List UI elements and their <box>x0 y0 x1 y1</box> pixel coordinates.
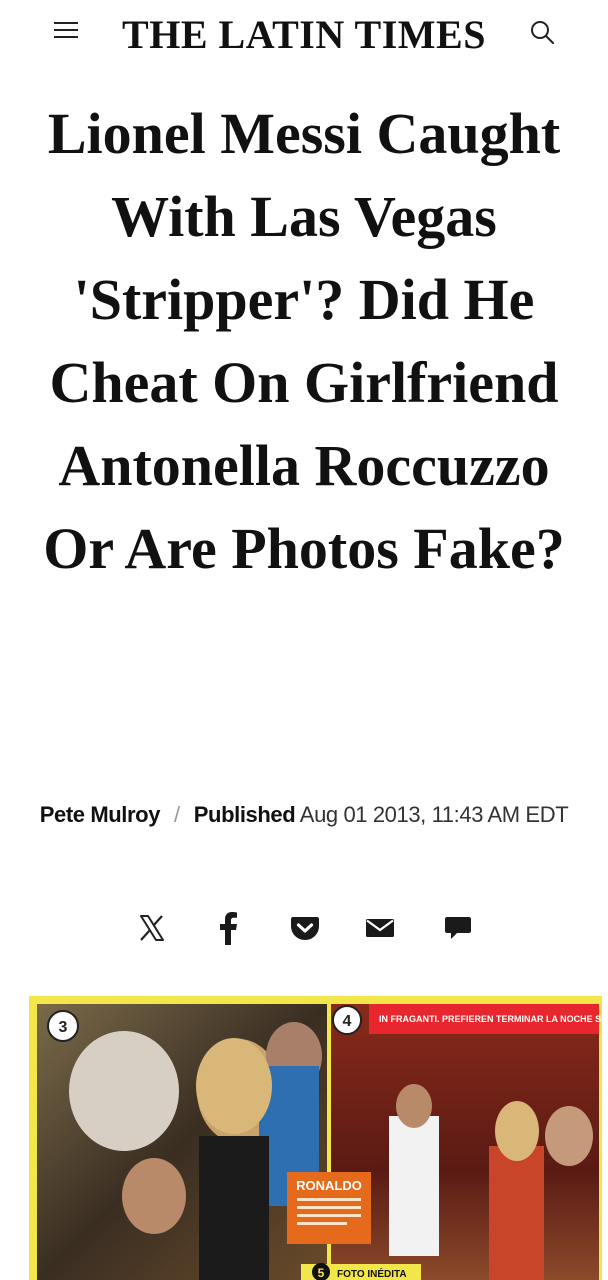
published-date: Aug 01 2013, 11:43 AM EDT <box>299 802 569 827</box>
article-headline: Lionel Messi Caught With Las Vegas 'Stri… <box>43 101 565 581</box>
x-icon[interactable] <box>130 906 174 950</box>
facebook-icon[interactable] <box>207 906 251 950</box>
published-label: Published <box>193 802 296 827</box>
photo-bottom-banner: FOTO INÉDITA <box>337 1267 407 1280</box>
tabloid-photo-collage: 3 IN FRAGANTI. PREFIEREN TERMINAR LA NOC… <box>29 996 602 1280</box>
article-hero-image[interactable]: 3 IN FRAGANTI. PREFIEREN TERMINAR LA NOC… <box>29 996 602 1280</box>
comment-icon[interactable] <box>436 906 480 950</box>
photo-number-3: 3 <box>59 1019 68 1036</box>
email-icon[interactable] <box>358 906 402 950</box>
site-logo[interactable]: THE LATIN TIMES <box>122 11 486 58</box>
photo-number-4: 4 <box>343 1013 352 1030</box>
top-bar: THE LATIN TIMES <box>0 0 608 66</box>
article-byline: Pete Mulroy / Published Aug 01 2013, 11:43… <box>30 798 578 832</box>
search-icon[interactable] <box>528 18 556 46</box>
byline-separator: / <box>174 802 180 827</box>
photo-banner-text: IN FRAGANTI. PREFIEREN TERMINAR LA NOCHE… <box>379 1014 602 1024</box>
photo-number-5: 5 <box>318 1266 325 1280</box>
photo-caption-name: RONALDO <box>296 1178 362 1193</box>
author-link[interactable]: Pete Mulroy <box>40 802 161 827</box>
share-bar <box>0 906 608 952</box>
pocket-icon[interactable] <box>283 906 327 950</box>
hamburger-menu-icon[interactable] <box>54 22 78 42</box>
